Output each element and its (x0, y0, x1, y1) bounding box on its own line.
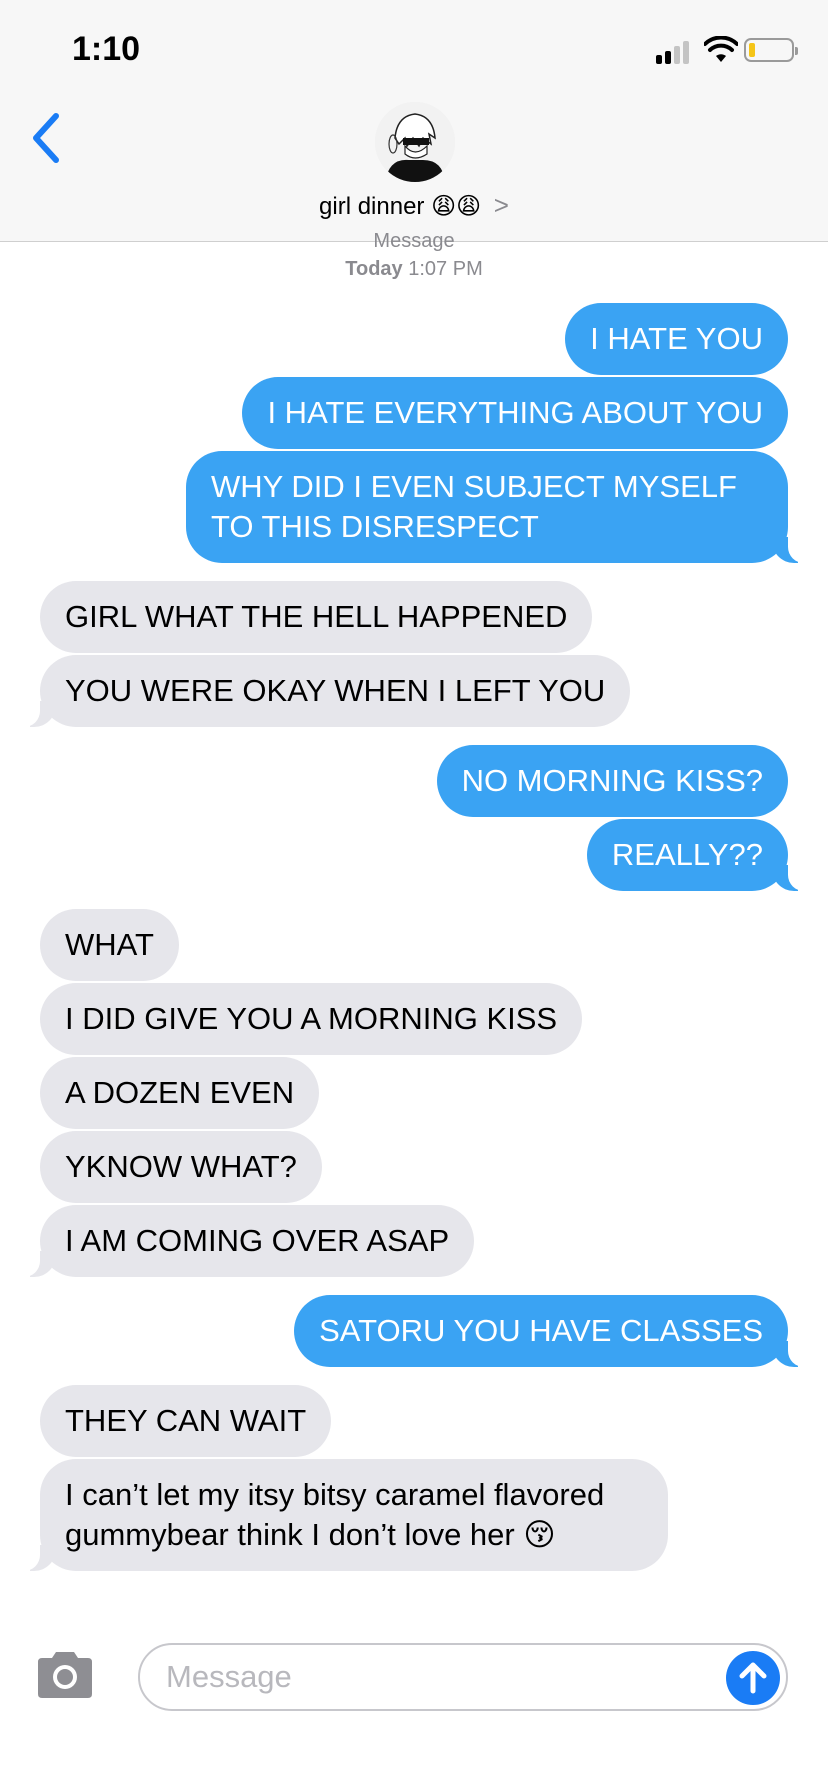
contact-avatar[interactable] (375, 102, 455, 182)
service-label: Message (373, 230, 455, 252)
camera-icon (38, 1652, 92, 1698)
messages-screen: 1:10 girl dinner 😩😩 > Message Today 1:07… (0, 0, 828, 1792)
camera-button[interactable] (34, 1650, 96, 1700)
cellular-signal-icon (656, 40, 692, 64)
incoming-message[interactable]: A DOZEN EVEN (40, 1057, 320, 1129)
thread-timestamp: Today 1:07 PM (0, 258, 828, 281)
outgoing-message[interactable]: SATORU YOU HAVE CLASSES (294, 1295, 810, 1367)
timestamp-time: 1:07 PM (408, 258, 483, 280)
timestamp-day: Today (345, 258, 403, 280)
message-composer (138, 1643, 788, 1711)
incoming-message[interactable]: I can’t let my itsy bitsy caramel flavor… (18, 1459, 668, 1571)
chevron-right-icon: > (493, 190, 509, 220)
chevron-left-icon (33, 113, 59, 163)
wifi-icon (704, 36, 738, 62)
outgoing-message[interactable]: I HATE YOU (565, 303, 788, 375)
outgoing-message[interactable]: I HATE EVERYTHING ABOUT YOU (242, 377, 788, 449)
incoming-message[interactable]: YOU WERE OKAY WHEN I LEFT YOU (17, 655, 631, 727)
outgoing-message[interactable]: WHY DID I EVEN SUBJECT MYSELF TO THIS DI… (186, 451, 810, 563)
back-button[interactable] (26, 108, 66, 168)
incoming-message[interactable]: THEY CAN WAIT (40, 1385, 332, 1457)
outgoing-message[interactable]: REALLY?? (586, 819, 811, 891)
incoming-message[interactable]: WHAT (40, 909, 179, 981)
incoming-message[interactable]: YKNOW WHAT? (40, 1131, 322, 1203)
avatar-image (375, 102, 455, 182)
contact-name: girl dinner (319, 193, 425, 220)
conversation-header: 1:10 girl dinner 😩😩 > (0, 0, 828, 242)
incoming-message[interactable]: I DID GIVE YOU A MORNING KISS (40, 983, 583, 1055)
battery-level-fill (749, 43, 755, 57)
message-input[interactable] (166, 1655, 706, 1699)
outgoing-message[interactable]: NO MORNING KISS? (436, 745, 788, 817)
send-button[interactable] (726, 1651, 780, 1705)
contact-name-emojis: 😩😩 (431, 193, 482, 220)
battery-icon (744, 38, 798, 62)
status-time: 1:10 (72, 30, 141, 68)
incoming-message[interactable]: GIRL WHAT THE HELL HAPPENED (40, 581, 593, 653)
incoming-message[interactable]: I AM COMING OVER ASAP (17, 1205, 475, 1277)
arrow-up-icon (739, 1662, 767, 1694)
contact-name-button[interactable]: girl dinner 😩😩 > (0, 190, 828, 221)
